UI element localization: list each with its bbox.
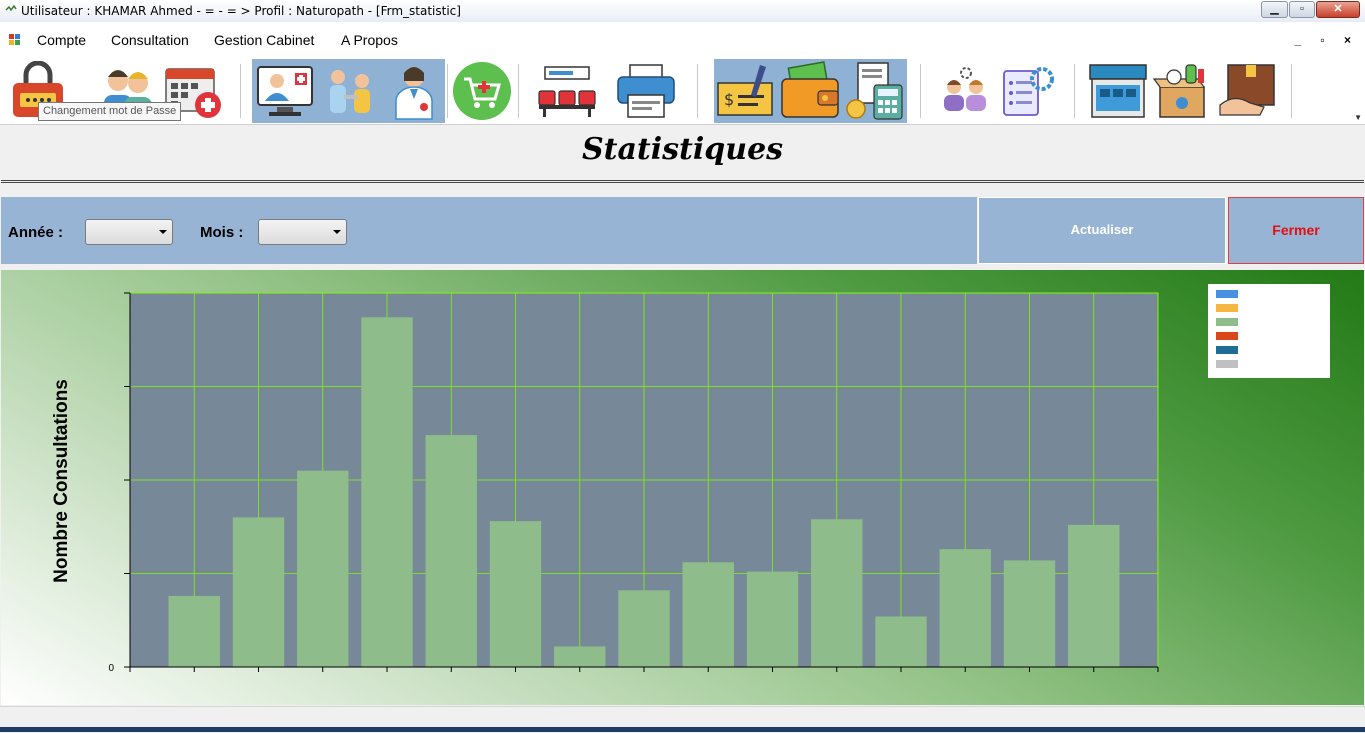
printer-icon[interactable]: [616, 61, 676, 121]
bar: [682, 562, 734, 667]
toolbar-separator: [1074, 64, 1075, 118]
mdi-window-controls[interactable]: _ ▫ ×: [1294, 33, 1359, 47]
bar: [811, 519, 863, 667]
doctor-screen-icon[interactable]: [255, 61, 315, 121]
minimize-button[interactable]: ▁: [1261, 1, 1288, 18]
filter-bar: Année : Mois :: [1, 197, 977, 264]
year-label: Année :: [8, 224, 64, 241]
maximize-button[interactable]: ▫: [1289, 1, 1315, 18]
chevron-down-icon: [333, 230, 341, 234]
close-window-button[interactable]: ✕: [1316, 1, 1360, 18]
close-icon: ✕: [1333, 3, 1343, 15]
page-title: Statistiques: [581, 132, 784, 167]
y-axis-label: Nombre Consultations: [51, 379, 72, 583]
legend-swatch: [1216, 290, 1238, 298]
treatment-icon[interactable]: [320, 61, 380, 121]
bar: [618, 590, 670, 667]
taskbar-strip: [0, 727, 1365, 732]
toolbar-separator: [1291, 64, 1292, 118]
chevron-down-icon: [159, 230, 167, 234]
bar: [875, 616, 927, 667]
toolbar: $: [0, 58, 1365, 125]
legend-swatch: [1216, 346, 1238, 354]
bar: [746, 571, 799, 667]
legend-swatch: [1216, 360, 1238, 368]
cheque-icon[interactable]: $: [716, 61, 776, 121]
bar: [939, 549, 991, 667]
window-title: Utilisateur : KHAMAR Ahmed - = - = > Pro…: [21, 4, 461, 18]
bar: [425, 435, 477, 667]
toolbar-separator: [697, 64, 698, 118]
month-select[interactable]: [258, 219, 347, 245]
toolbar-overflow-arrow-icon[interactable]: ▼: [1354, 113, 1362, 122]
close-button[interactable]: Fermer: [1228, 197, 1364, 264]
menu-consultation[interactable]: Consultation: [111, 32, 189, 48]
wallet-icon[interactable]: [780, 61, 840, 121]
chart-legend: [1208, 284, 1330, 378]
pharmacy-store-icon[interactable]: [1088, 61, 1148, 121]
refresh-button[interactable]: Actualiser: [978, 197, 1226, 264]
bar: [489, 521, 542, 667]
delivery-box-icon[interactable]: [1218, 61, 1278, 121]
mdi-child-icon: [9, 34, 20, 45]
shopping-cart-icon[interactable]: [452, 61, 512, 121]
maximize-icon: ▫: [1300, 3, 1304, 15]
y-tick-label: 0: [108, 663, 114, 674]
accounting-icon[interactable]: [844, 61, 904, 121]
bar-chart: 0: [108, 292, 1159, 674]
toolbar-separator: [518, 64, 519, 118]
minimize-icon: ▁: [1270, 3, 1279, 15]
bar: [1068, 524, 1120, 667]
year-select[interactable]: [85, 219, 173, 245]
bar: [297, 470, 349, 667]
menu-a-propos[interactable]: A Propos: [341, 32, 398, 48]
legend-swatch: [1216, 332, 1238, 340]
title-bar: Utilisateur : KHAMAR Ahmed - = - = > Pro…: [0, 0, 1365, 23]
bar: [232, 517, 285, 667]
bar: [168, 595, 220, 667]
toolbar-tooltip: Changement mot de Passe: [38, 102, 182, 121]
toolbar-separator: [920, 64, 921, 118]
settings-list-icon[interactable]: [1000, 61, 1060, 121]
app-icon: [5, 4, 17, 12]
chart-area: 0: [1, 270, 1364, 705]
toolbar-separator: [240, 64, 241, 118]
legend-swatch: [1216, 304, 1238, 312]
users-settings-icon[interactable]: [936, 61, 996, 121]
medicine-box-icon[interactable]: [1152, 61, 1212, 121]
menu-gestion-cabinet[interactable]: Gestion Cabinet: [214, 32, 314, 48]
toolbar-separator: [447, 64, 448, 118]
bar: [554, 646, 606, 667]
menu-compte[interactable]: Compte: [37, 32, 86, 48]
doctor-icon[interactable]: [384, 61, 444, 121]
svg-text:$: $: [724, 90, 734, 109]
bar: [361, 317, 413, 667]
page-header: Statistiques: [1, 126, 1364, 183]
waiting-room-icon[interactable]: [537, 61, 597, 121]
legend-swatch: [1216, 318, 1238, 326]
month-label: Mois :: [200, 224, 244, 241]
bar: [1003, 560, 1056, 667]
menu-bar: Compte Consultation Gestion Cabinet A Pr…: [0, 22, 1365, 58]
